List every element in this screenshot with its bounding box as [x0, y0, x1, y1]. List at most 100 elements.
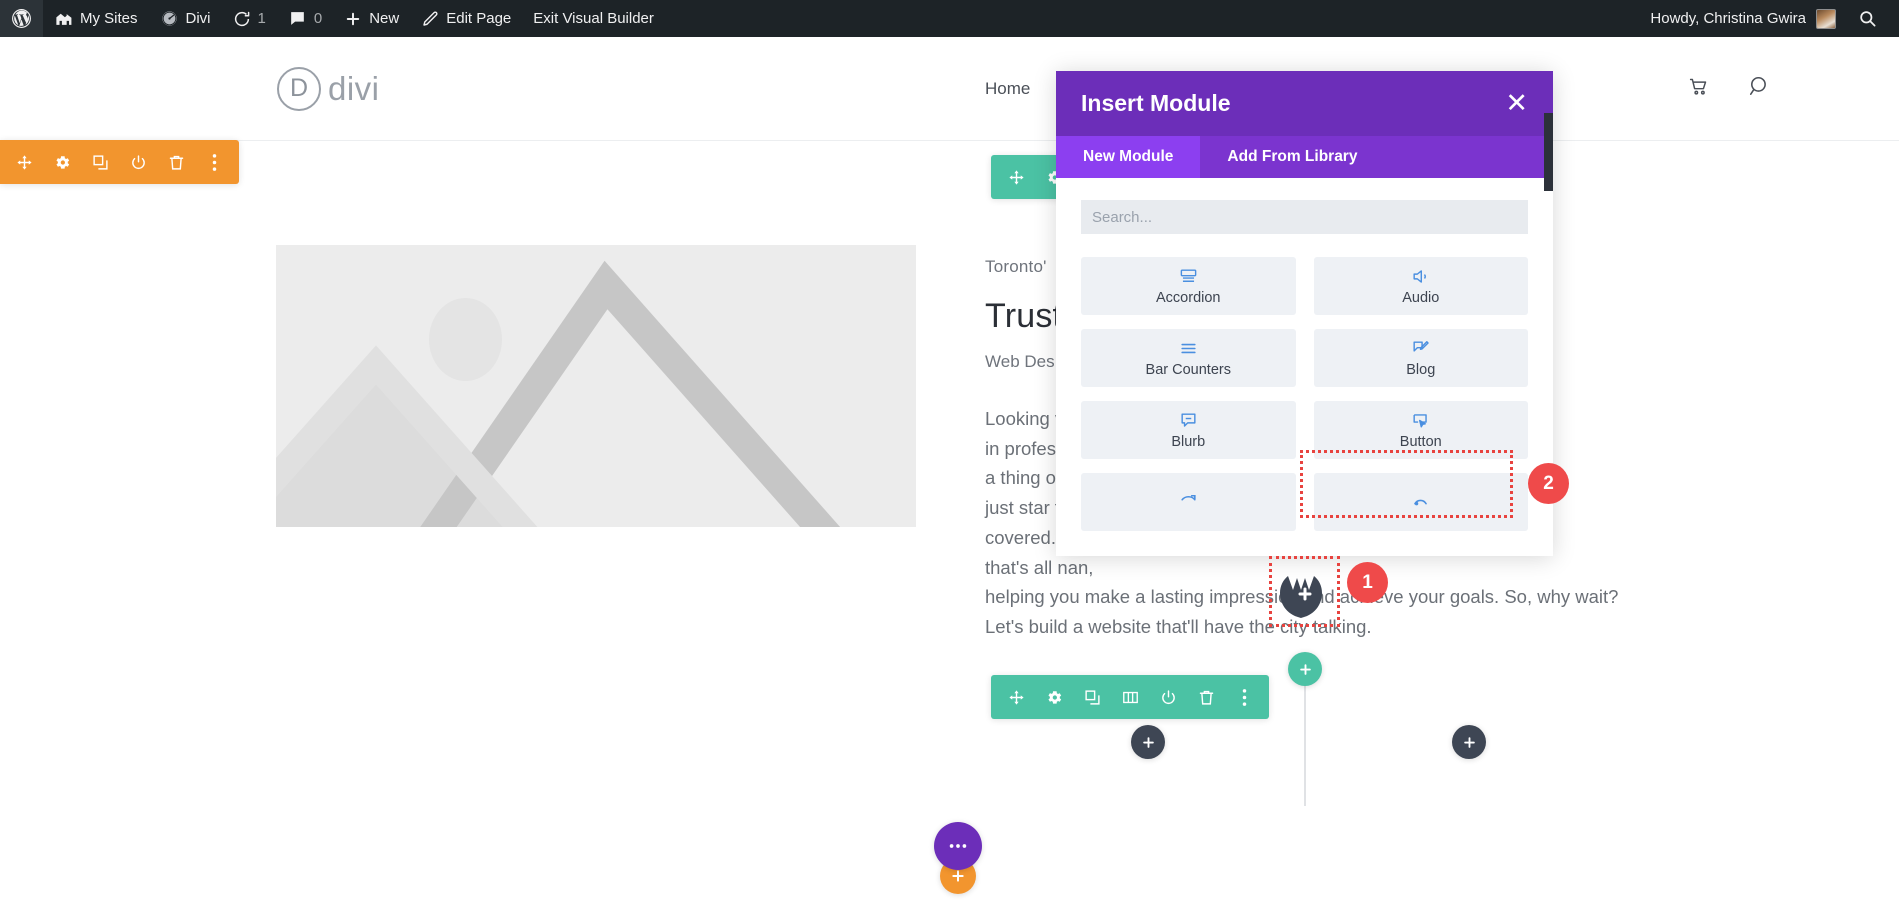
plus-icon: [1141, 735, 1156, 750]
site-canvas: D divi Home Tor: [0, 37, 1899, 900]
call-to-action-icon: [1179, 491, 1198, 510]
ellipsis-icon: [947, 835, 969, 857]
module-card-label: Bar Counters: [1146, 362, 1231, 378]
plus-icon: [1298, 662, 1313, 677]
tab-add-from-library[interactable]: Add From Library: [1200, 136, 1384, 178]
admin-bar-exit-visual-builder-label: Exit Visual Builder: [533, 10, 654, 27]
site-logo[interactable]: D divi: [277, 67, 380, 111]
row-connector-line: [1304, 686, 1306, 806]
admin-bar-new-label: New: [369, 10, 399, 27]
module-card-audio[interactable]: Audio: [1314, 257, 1529, 315]
blog-icon: [1411, 339, 1430, 358]
admin-bar-updates[interactable]: 1: [222, 0, 277, 37]
sites-icon: [54, 9, 73, 28]
blurb-icon: [1179, 411, 1198, 430]
add-section-button[interactable]: [1452, 725, 1486, 759]
module-card-accordion[interactable]: Accordion: [1081, 257, 1296, 315]
modal-scrollbar-thumb[interactable]: [1544, 113, 1553, 191]
add-row-button[interactable]: [1288, 652, 1322, 686]
plus-icon: [1462, 735, 1477, 750]
insert-module-title: Insert Module: [1081, 90, 1231, 117]
gear-icon[interactable]: [52, 152, 72, 172]
admin-bar-edit-page-label: Edit Page: [446, 10, 511, 27]
move-icon[interactable]: [1006, 687, 1026, 707]
kebab-menu-icon[interactable]: [1234, 687, 1254, 707]
move-icon[interactable]: [1006, 167, 1026, 187]
nav-item-home[interactable]: Home: [985, 79, 1030, 99]
wp-admin-bar: My Sites Divi 1 0: [0, 0, 1899, 37]
module-card-label: Audio: [1402, 290, 1439, 306]
move-icon[interactable]: [14, 152, 34, 172]
module-card-label: Button: [1400, 434, 1442, 450]
insert-module-tabs: New Module Add From Library: [1056, 136, 1553, 178]
power-icon[interactable]: [1158, 687, 1178, 707]
placeholder-mountains: [276, 245, 916, 527]
gear-icon[interactable]: [1044, 687, 1064, 707]
button-icon: [1411, 411, 1430, 430]
module-card-circle-counter[interactable]: [1314, 473, 1529, 531]
audio-icon: [1411, 267, 1430, 286]
search-icon[interactable]: [1747, 74, 1772, 104]
kebab-menu-icon[interactable]: [204, 152, 224, 172]
header-icons: [1688, 37, 1772, 141]
module-card-blurb[interactable]: Blurb: [1081, 401, 1296, 459]
duplicate-icon[interactable]: [90, 152, 110, 172]
module-card-label: Accordion: [1156, 290, 1220, 306]
insert-module-modal: Insert Module ✕ New Module Add From Libr…: [1056, 71, 1553, 556]
admin-bar-greeting: Howdy, Christina Gwira: [1650, 10, 1806, 27]
section-toolbar[interactable]: [0, 140, 239, 184]
wordpress-icon: [11, 8, 32, 29]
wordpress-logo-button[interactable]: [0, 0, 43, 37]
tab-new-module[interactable]: New Module: [1056, 136, 1200, 178]
accordion-icon: [1179, 267, 1198, 286]
trash-icon[interactable]: [1196, 687, 1216, 707]
avatar: [1816, 9, 1836, 29]
admin-bar-comments[interactable]: 0: [277, 0, 333, 37]
logo-wordmark: divi: [328, 70, 380, 108]
power-icon[interactable]: [128, 152, 148, 172]
hero-image-placeholder: [276, 245, 916, 527]
admin-bar-my-sites-label: My Sites: [80, 10, 138, 27]
module-card-label: Blog: [1406, 362, 1435, 378]
logo-mark: D: [277, 67, 321, 111]
admin-bar-new[interactable]: New: [333, 0, 410, 37]
cart-icon[interactable]: [1688, 76, 1709, 102]
plus-icon: [344, 10, 362, 28]
cursor-icon: [1276, 563, 1334, 621]
insert-module-body: Accordion Audio Bar Counters Blog: [1056, 178, 1553, 556]
trash-icon[interactable]: [166, 152, 186, 172]
comment-bubble-icon: [288, 9, 307, 28]
plus-icon: [950, 868, 966, 884]
duplicate-icon[interactable]: [1082, 687, 1102, 707]
admin-bar-exit-visual-builder[interactable]: Exit Visual Builder: [522, 0, 665, 37]
admin-bar-search-button[interactable]: [1847, 0, 1899, 37]
admin-bar-account[interactable]: Howdy, Christina Gwira: [1639, 0, 1847, 37]
close-icon[interactable]: ✕: [1505, 90, 1528, 117]
admin-bar-comments-count: 0: [314, 10, 322, 27]
insert-module-header: Insert Module ✕: [1056, 71, 1553, 136]
admin-bar-divi[interactable]: Divi: [149, 0, 222, 37]
add-module-button[interactable]: [1131, 725, 1165, 759]
annotation-badge-1: 1: [1347, 562, 1388, 603]
bar-counters-icon: [1179, 339, 1198, 358]
search-input[interactable]: [1081, 200, 1528, 234]
admin-bar-updates-count: 1: [258, 10, 266, 27]
module-card-label: Blurb: [1171, 434, 1205, 450]
pencil-icon: [421, 10, 439, 28]
search-icon: [1858, 9, 1877, 28]
admin-bar-divi-label: Divi: [186, 10, 211, 27]
module-card-call-to-action[interactable]: [1081, 473, 1296, 531]
circle-counter-icon: [1411, 491, 1430, 510]
builder-settings-fab[interactable]: [934, 822, 982, 870]
site-nav: Home: [985, 37, 1030, 141]
row-toolbar-bottom[interactable]: [991, 675, 1269, 719]
admin-bar-my-sites[interactable]: My Sites: [43, 0, 149, 37]
admin-bar-edit-page[interactable]: Edit Page: [410, 0, 522, 37]
module-card-button[interactable]: Button: [1314, 401, 1529, 459]
site-header: D divi Home: [0, 37, 1899, 141]
module-grid: Accordion Audio Bar Counters Blog: [1081, 257, 1528, 531]
divi-dashboard-icon: [160, 9, 179, 28]
module-card-bar-counters[interactable]: Bar Counters: [1081, 329, 1296, 387]
module-card-blog[interactable]: Blog: [1314, 329, 1529, 387]
columns-icon[interactable]: [1120, 687, 1140, 707]
